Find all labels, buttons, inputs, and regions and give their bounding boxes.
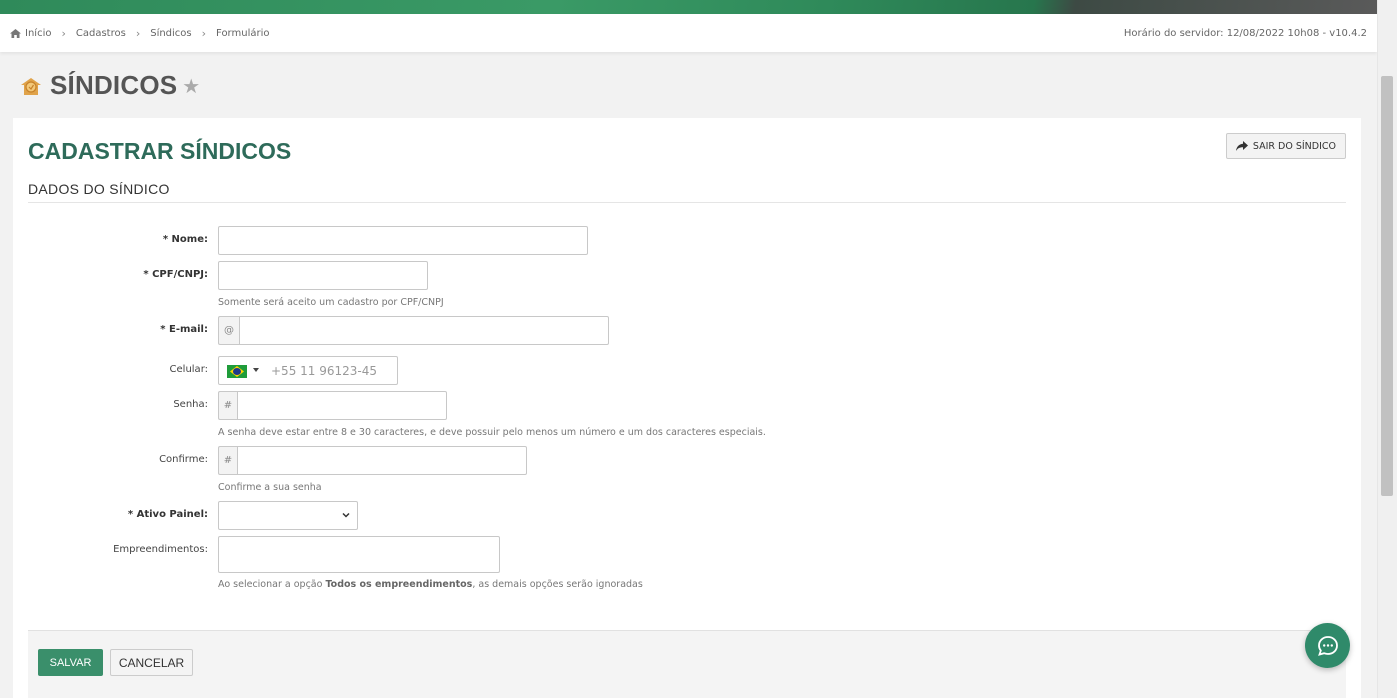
section-title: DADOS DO SÍNDICO: [28, 181, 170, 197]
exit-sindico-label: SAIR DO SÍNDICO: [1252, 140, 1336, 152]
empreendimentos-label: Empreendimentos:: [113, 544, 208, 555]
page-title: SÍNDICOS ★: [18, 70, 200, 101]
email-input[interactable]: [239, 316, 609, 345]
hash-icon: #: [218, 391, 237, 420]
chat-button[interactable]: [1305, 623, 1350, 668]
cpf-help: Somente será aceito um cadastro por CPF/…: [218, 297, 444, 308]
scrollbar-thumb[interactable]: [1381, 76, 1393, 496]
breadcrumb-item-sindicos[interactable]: Síndicos: [150, 28, 191, 39]
celular-label: Celular:: [169, 364, 208, 375]
confirme-input[interactable]: [237, 446, 527, 475]
server-time: Horário do servidor: 12/08/2022 10h08 - …: [1123, 27, 1367, 39]
breadcrumb-item-inicio[interactable]: Início: [10, 28, 51, 39]
nome-label: * Nome:: [162, 234, 208, 245]
breadcrumb-item-formulario: Formulário: [216, 27, 270, 39]
chat-icon: [1317, 635, 1338, 656]
form-panel: CADASTRAR SÍNDICOS SAIR DO SÍNDICO DADOS…: [13, 118, 1361, 698]
senha-help: A senha deve estar entre 8 e 30 caracter…: [218, 427, 766, 438]
celular-placeholder: +55 11 96123-45: [271, 364, 377, 378]
confirme-label: Confirme:: [159, 454, 208, 465]
ativo-painel-label: * Ativo Painel:: [127, 509, 208, 520]
cancel-button[interactable]: CANCELAR: [110, 649, 193, 676]
senha-label: Senha:: [173, 399, 208, 410]
cpf-label: * CPF/CNPJ:: [143, 269, 208, 280]
chevron-down-icon: [342, 512, 350, 518]
exit-sindico-button[interactable]: SAIR DO SÍNDICO: [1225, 133, 1346, 159]
confirme-help: Confirme a sua senha: [218, 482, 322, 493]
empreendimentos-multiselect[interactable]: [218, 536, 500, 573]
cpf-input[interactable]: [218, 261, 428, 290]
page-title-text: SÍNDICOS: [50, 70, 178, 100]
breadcrumb-label: Início: [25, 27, 52, 39]
trophy-icon: [18, 73, 44, 99]
senha-input[interactable]: [237, 391, 447, 420]
panel-title: CADASTRAR SÍNDICOS: [28, 138, 292, 164]
top-accent-bar: [0, 0, 1377, 14]
at-icon: @: [218, 316, 239, 345]
breadcrumb: Início › Cadastros › Síndicos › Formulár…: [0, 14, 1377, 52]
form-actions: SALVAR CANCELAR: [28, 630, 1346, 698]
save-button[interactable]: SALVAR: [38, 649, 103, 676]
star-icon[interactable]: ★: [182, 74, 200, 98]
scrollbar[interactable]: [1377, 0, 1397, 698]
chevron-right-icon: ›: [135, 26, 141, 40]
brazil-flag-icon[interactable]: [227, 365, 247, 378]
chevron-right-icon: ›: [61, 26, 66, 40]
celular-input[interactable]: +55 11 96123-45: [218, 356, 398, 385]
home-icon: [10, 28, 21, 38]
nome-input[interactable]: [218, 226, 588, 255]
section-divider: [28, 202, 1346, 203]
email-label: * E-mail:: [160, 324, 208, 335]
chevron-down-icon[interactable]: [253, 368, 259, 372]
chevron-right-icon: ›: [201, 26, 207, 40]
hash-icon: #: [218, 446, 237, 475]
empreendimentos-help: Ao selecionar a opção Todos os empreendi…: [218, 579, 643, 590]
breadcrumb-item-cadastros[interactable]: Cadastros: [76, 28, 126, 39]
ativo-painel-select[interactable]: [218, 501, 358, 530]
share-arrow-icon: [1235, 141, 1248, 151]
